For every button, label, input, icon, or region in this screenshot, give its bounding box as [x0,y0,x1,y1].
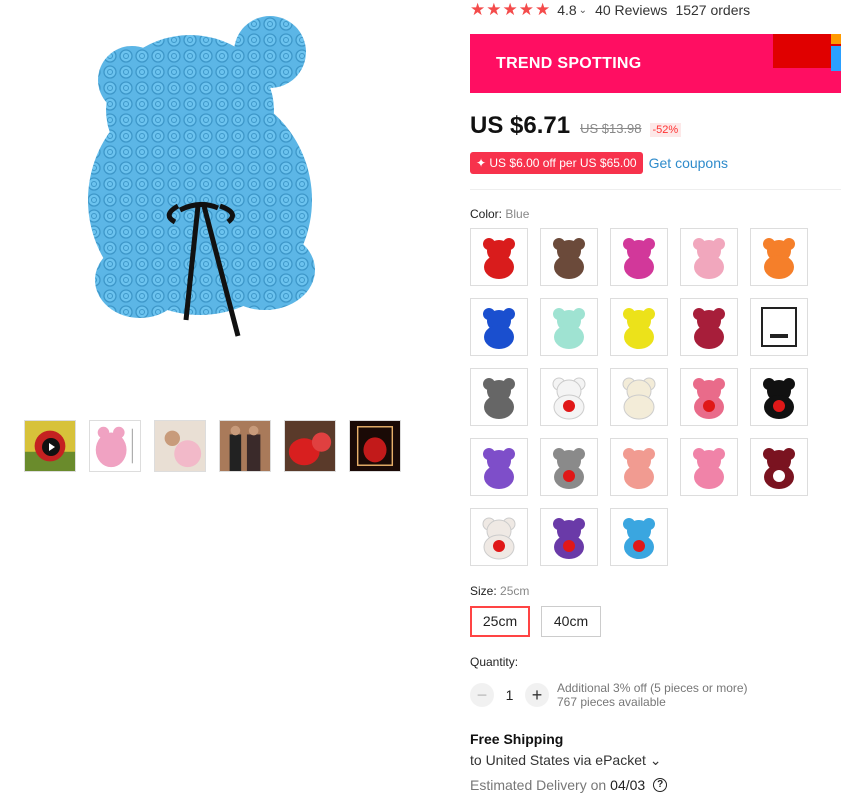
swatch-bear-image [482,517,516,560]
orders-count: 1527 orders [675,2,751,18]
swatch-bear-image [693,308,725,349]
swatch-bear-image [763,238,795,279]
swatch-bear-image [483,448,515,489]
color-swatch-mint[interactable] [540,298,598,356]
bulk-discount-note: Additional 3% off (5 pieces or more) [557,681,748,695]
chevron-down-icon[interactable]: ⌄ [579,5,587,16]
swatch-bear-image [693,238,725,279]
thumbnail-red-bear[interactable] [284,420,336,472]
color-swatch-black-heart[interactable] [750,368,808,426]
quantity-info: Additional 3% off (5 pieces or more) 767… [557,681,748,709]
play-icon [42,438,60,456]
selected-size-value: 25cm [500,584,530,598]
thumbnail-gift-box[interactable] [349,420,401,472]
color-swatch-pink-heart[interactable] [680,368,738,426]
color-swatch-burgundy[interactable] [680,298,738,356]
trend-spotting-banner[interactable]: TREND SPOTTING [470,34,841,93]
estimated-delivery: Estimated Delivery on 04/03 ? [470,777,668,793]
swatch-bear-image [553,308,585,349]
swatch-bear-image [623,238,655,279]
coupon-row: ✦ US $6.00 off per US $65.00 Get coupons [470,152,728,174]
reviews-link[interactable]: 40 Reviews [595,2,667,18]
color-swatch-cream[interactable] [610,368,668,426]
color-swatch-light-pink[interactable] [680,228,738,286]
stock-available: 767 pieces available [557,695,666,709]
swatch-bear-image [763,448,795,489]
swatch-bear-image [623,308,655,349]
thumbnail-strip [24,420,401,472]
main-product-image[interactable] [70,0,360,360]
banner-text: TREND SPOTTING [496,55,642,72]
color-swatch-yellow[interactable] [610,298,668,356]
size-option-25cm[interactable]: 25cm [470,606,530,637]
get-coupons-link[interactable]: Get coupons [649,155,728,171]
color-swatch-royal-blue[interactable] [470,298,528,356]
color-swatch-pink[interactable] [680,438,738,496]
color-swatch-purple[interactable] [470,438,528,496]
swatch-bear-image [483,308,515,349]
color-label: Color: Blue [470,207,529,221]
color-label-text: Color: [470,207,503,221]
star-rating-icon: ★★★★★ [470,0,552,19]
color-swatch-magenta[interactable] [610,228,668,286]
swatch-bear-image [623,448,655,489]
swatch-bear-image [693,448,725,489]
color-swatch-red[interactable] [470,228,528,286]
color-swatch-gift-box[interactable] [750,298,808,356]
swatch-bear-image [693,378,725,419]
plus-icon[interactable]: + [525,683,549,707]
minus-icon[interactable]: − [470,683,494,707]
color-swatch-salmon[interactable] [610,438,668,496]
coupon-badge[interactable]: ✦ US $6.00 off per US $65.00 [470,152,643,174]
size-label: Size: 25cm [470,584,529,598]
color-swatch-gray-heart[interactable] [540,438,598,496]
swatch-bear-image [763,378,795,419]
quantity-stepper: − 1 + [470,683,549,707]
color-swatch-orange[interactable] [750,228,808,286]
swatch-bear-image [623,518,655,559]
estimated-delivery-label: Estimated Delivery on [470,777,607,793]
rating-row: ★★★★★ 4.8 ⌄ 40 Reviews 1527 orders [470,0,750,20]
size-option-40cm[interactable]: 40cm [541,606,601,637]
thumbnail-girl-with-bear[interactable] [154,420,206,472]
color-swatch-brown[interactable] [540,228,598,286]
color-swatch-blue-heart[interactable] [610,508,668,566]
thumbnail-pink-bear[interactable] [89,420,141,472]
quantity-value[interactable]: 1 [494,687,525,703]
original-price: US $13.98 [580,121,642,136]
size-label-text: Size: [470,584,497,598]
discount-badge: -52% [649,123,682,137]
swatch-bear-image [553,238,585,279]
color-swatch-white-red-heart[interactable] [470,508,528,566]
swatch-bear-image [622,377,656,420]
shipping-destination[interactable]: to United States via ePacket ⌄ [470,752,662,769]
estimated-delivery-date: 04/03 [610,777,646,793]
color-swatch-white-heart[interactable] [540,368,598,426]
swatch-bear-image [552,377,586,420]
swatch-bear-image [483,378,515,419]
color-swatch-gray[interactable] [470,368,528,426]
color-swatch-purple-heart[interactable] [540,508,598,566]
divider [470,189,841,190]
rating-value[interactable]: 4.8 [557,2,576,18]
swatch-bear-image [553,448,585,489]
banner-decoration [773,34,841,71]
current-price: US $6.71 [470,112,571,139]
thumbnail-couple[interactable] [219,420,271,472]
thumbnail-video[interactable] [24,420,76,472]
swatch-bear-image [553,518,585,559]
swatch-bear-image [761,307,797,347]
color-swatch-dark-red-heart[interactable] [750,438,808,496]
selected-color-value: Blue [505,207,530,221]
blue-rose-bear-image [88,16,315,337]
price-row: US $6.71 US $13.98 -52% [470,112,682,140]
quantity-label: Quantity: [470,655,519,669]
shipping-title: Free Shipping [470,731,564,747]
help-icon[interactable]: ? [653,778,668,792]
swatch-bear-image [483,238,515,279]
